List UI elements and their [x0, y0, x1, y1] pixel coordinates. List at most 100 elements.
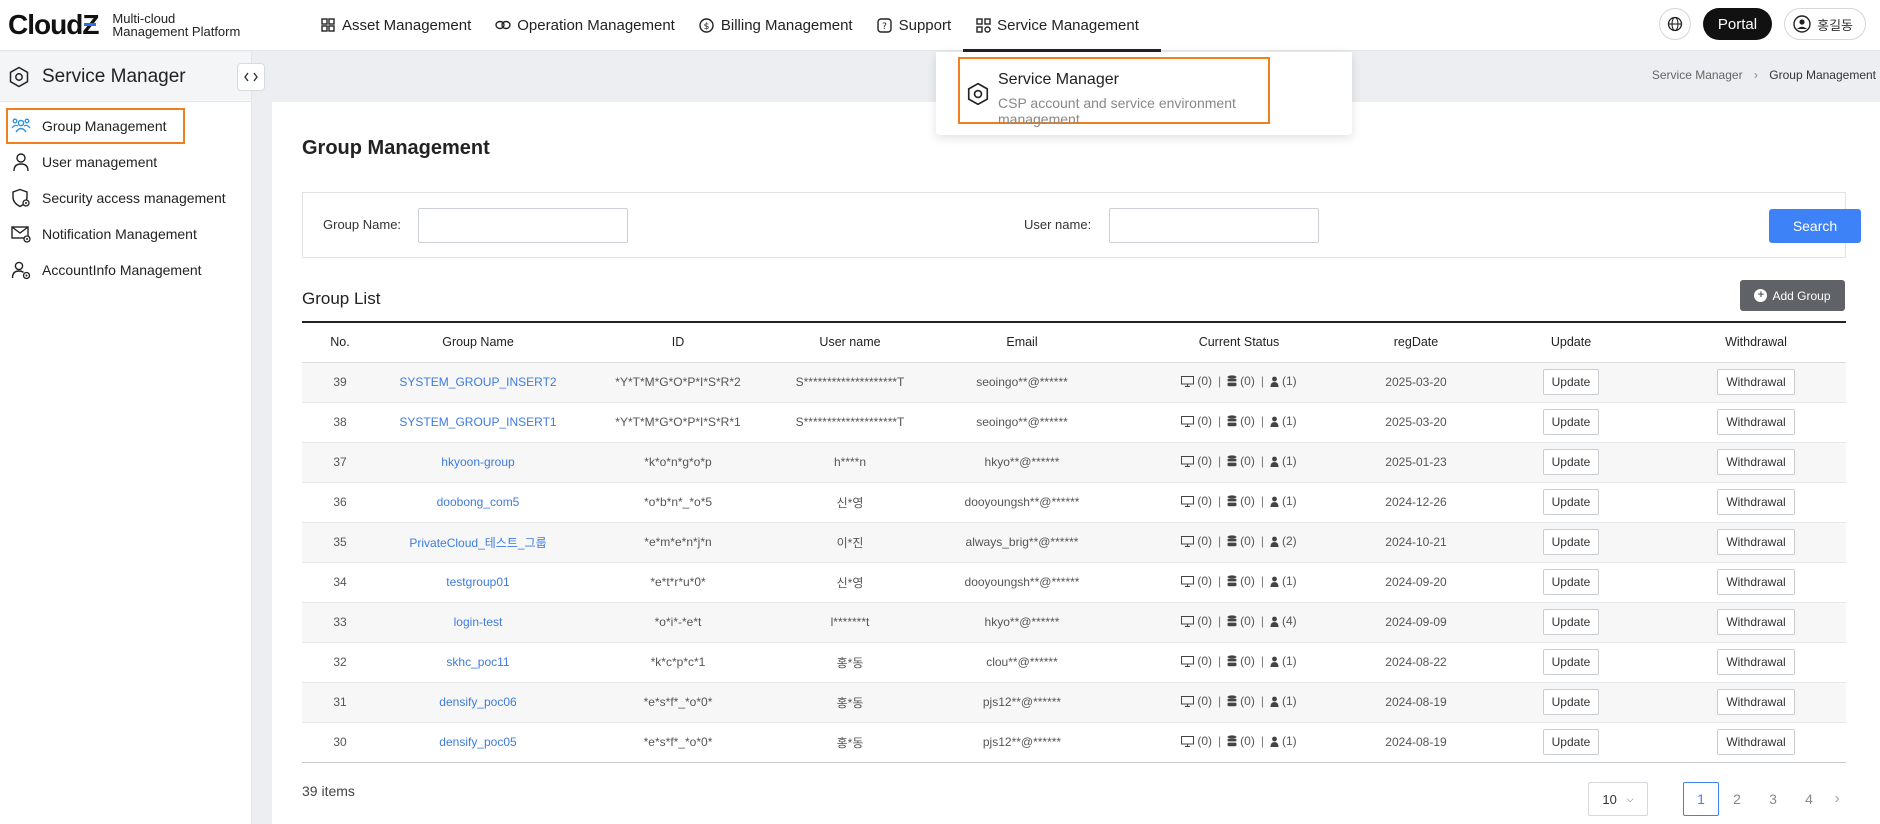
nav-service-management[interactable]: Service Management	[963, 0, 1161, 52]
col-id[interactable]: ID	[578, 321, 778, 363]
database-icon	[1227, 455, 1237, 467]
current-status: (0) | (0) | (1)	[1181, 694, 1297, 708]
group-name-link[interactable]: SYSTEM_GROUP_INSERT2	[399, 375, 556, 389]
server-count: (0)	[1197, 454, 1213, 469]
withdrawal-button[interactable]: Withdrawal	[1717, 489, 1795, 515]
grid-icon	[320, 17, 336, 33]
nav-support[interactable]: ? Support	[865, 0, 964, 51]
db-count: (0)	[1240, 734, 1255, 749]
table-body: 39 SYSTEM_GROUP_INSERT2 *Y*T*M*G*O*P*I*S*R…	[302, 362, 1846, 763]
sidebar-item-security-access[interactable]: Security access management	[0, 180, 251, 216]
cell-email: pjs12**@******	[922, 722, 1122, 763]
nav-billing-management[interactable]: $ Billing Management	[687, 0, 865, 51]
cell-regdate: 2024-09-20	[1356, 562, 1476, 603]
group-name-link[interactable]: testgroup01	[446, 575, 509, 589]
update-button[interactable]: Update	[1542, 449, 1600, 475]
group-name-link[interactable]: densify_poc05	[439, 735, 516, 749]
withdrawal-button[interactable]: Withdrawal	[1717, 729, 1795, 755]
col-group-name[interactable]: Group Name	[378, 321, 578, 363]
withdrawal-button[interactable]: Withdrawal	[1717, 449, 1795, 475]
update-button[interactable]: Update	[1542, 489, 1600, 515]
col-current-status[interactable]: Current Status	[1122, 321, 1356, 363]
database-icon	[1227, 495, 1237, 507]
col-regdate[interactable]: regDate	[1356, 321, 1476, 363]
table-header-row: No. Group Name ID User name Email Curren…	[302, 321, 1846, 363]
add-group-button[interactable]: + Add Group	[1740, 280, 1845, 311]
page-list: 1234	[1683, 782, 1827, 816]
withdrawal-button[interactable]: Withdrawal	[1717, 569, 1795, 595]
sidebar-header: Service Manager	[0, 52, 265, 102]
dropdown-item-service-manager[interactable]: Service Manager CSP account and service …	[958, 57, 1270, 127]
sidebar-item-label: Group Management	[42, 118, 167, 134]
nav-asset-management[interactable]: Asset Management	[308, 0, 483, 51]
language-button[interactable]	[1658, 8, 1691, 40]
page-3-button[interactable]: 3	[1755, 782, 1791, 816]
breadcrumb-separator: ›	[1753, 68, 1758, 82]
page-size-select[interactable]: 10 ⌵	[1588, 782, 1648, 816]
sidebar-item-group-management[interactable]: Group Management	[6, 108, 185, 144]
withdrawal-button[interactable]: Withdrawal	[1717, 369, 1795, 395]
member-count: (1)	[1281, 494, 1297, 509]
col-user-name[interactable]: User name	[778, 321, 922, 363]
search-button[interactable]: Search	[1769, 209, 1861, 243]
cell-no: 34	[302, 562, 378, 603]
svg-text:?: ?	[882, 22, 887, 32]
cell-id: *o*i*-*e*t	[578, 602, 778, 643]
next-page-icon[interactable]: ›	[1827, 790, 1847, 808]
group-name-input[interactable]	[418, 208, 628, 243]
plus-icon: +	[1754, 289, 1768, 302]
withdrawal-button[interactable]: Withdrawal	[1717, 409, 1795, 435]
withdrawal-button[interactable]: Withdrawal	[1717, 609, 1795, 635]
db-count: (0)	[1240, 574, 1255, 589]
cell-no: 36	[302, 482, 378, 523]
sidebar-item-user-management[interactable]: User management	[0, 144, 251, 180]
page-2-button[interactable]: 2	[1719, 782, 1755, 816]
breadcrumb-parent[interactable]: Service Manager	[1652, 68, 1743, 82]
update-button[interactable]: Update	[1542, 529, 1600, 555]
group-name-link[interactable]: SYSTEM_GROUP_INSERT1	[399, 415, 556, 429]
group-name-link[interactable]: skhc_poc11	[446, 655, 509, 669]
update-button[interactable]: Update	[1542, 689, 1600, 715]
db-count: (0)	[1240, 414, 1255, 429]
member-count: (4)	[1281, 614, 1297, 629]
portal-button[interactable]: Portal	[1702, 8, 1773, 40]
logo[interactable]: CloudZ Multi-cloud Management Platform	[8, 9, 308, 41]
group-name-link[interactable]: doobong_com5	[437, 495, 520, 509]
withdrawal-button[interactable]: Withdrawal	[1717, 649, 1795, 675]
database-icon	[1227, 615, 1237, 627]
table-row: 30 densify_poc05 *e*s*f*_*o*0* 홍*동 pjs12**@*…	[302, 722, 1846, 763]
table-row: 34 testgroup01 *e*t*r*u*0* 신*영 dooyoungsh**@…	[302, 562, 1846, 603]
table-row: 33 login-test *o*i*-*e*t l*******t hkyo**@**…	[302, 602, 1846, 643]
nav-operation-management[interactable]: Operation Management	[483, 0, 687, 51]
member-count: (1)	[1281, 374, 1297, 389]
current-status: (0) | (0) | (1)	[1181, 374, 1297, 389]
sidebar-item-accountinfo[interactable]: AccountInfo Management	[0, 252, 251, 288]
withdrawal-button[interactable]: Withdrawal	[1717, 689, 1795, 715]
sidebar-collapse-button[interactable]	[237, 63, 265, 91]
update-button[interactable]: Update	[1542, 569, 1600, 595]
update-button[interactable]: Update	[1542, 409, 1600, 435]
sidebar-item-notification[interactable]: Notification Management	[0, 216, 251, 252]
group-name-link[interactable]: densify_poc06	[439, 695, 516, 709]
col-email[interactable]: Email	[922, 321, 1122, 363]
update-button[interactable]: Update	[1542, 609, 1600, 635]
search-form: Group Name: User name: Search	[302, 192, 1861, 258]
withdrawal-button[interactable]: Withdrawal	[1717, 529, 1795, 555]
update-button[interactable]: Update	[1542, 729, 1600, 755]
cell-no: 32	[302, 642, 378, 683]
group-name-link[interactable]: hkyoon-group	[441, 455, 514, 469]
cell-regdate: 2024-08-19	[1356, 722, 1476, 763]
group-name-link[interactable]: PrivateCloud_테스트_그룹	[409, 536, 546, 550]
group-name-link[interactable]: login-test	[454, 615, 503, 629]
page-1-button[interactable]: 1	[1683, 782, 1719, 816]
col-no[interactable]: No.	[302, 321, 378, 363]
update-button[interactable]: Update	[1542, 649, 1600, 675]
user-menu-button[interactable]: 홍길동	[1784, 8, 1866, 40]
server-count: (0)	[1197, 494, 1213, 509]
current-status: (0) | (0) | (1)	[1181, 454, 1297, 469]
update-button[interactable]: Update	[1542, 369, 1600, 395]
user-name-input[interactable]	[1109, 208, 1319, 243]
db-count: (0)	[1240, 654, 1255, 669]
monitor-icon	[1181, 735, 1195, 747]
page-4-button[interactable]: 4	[1791, 782, 1827, 816]
